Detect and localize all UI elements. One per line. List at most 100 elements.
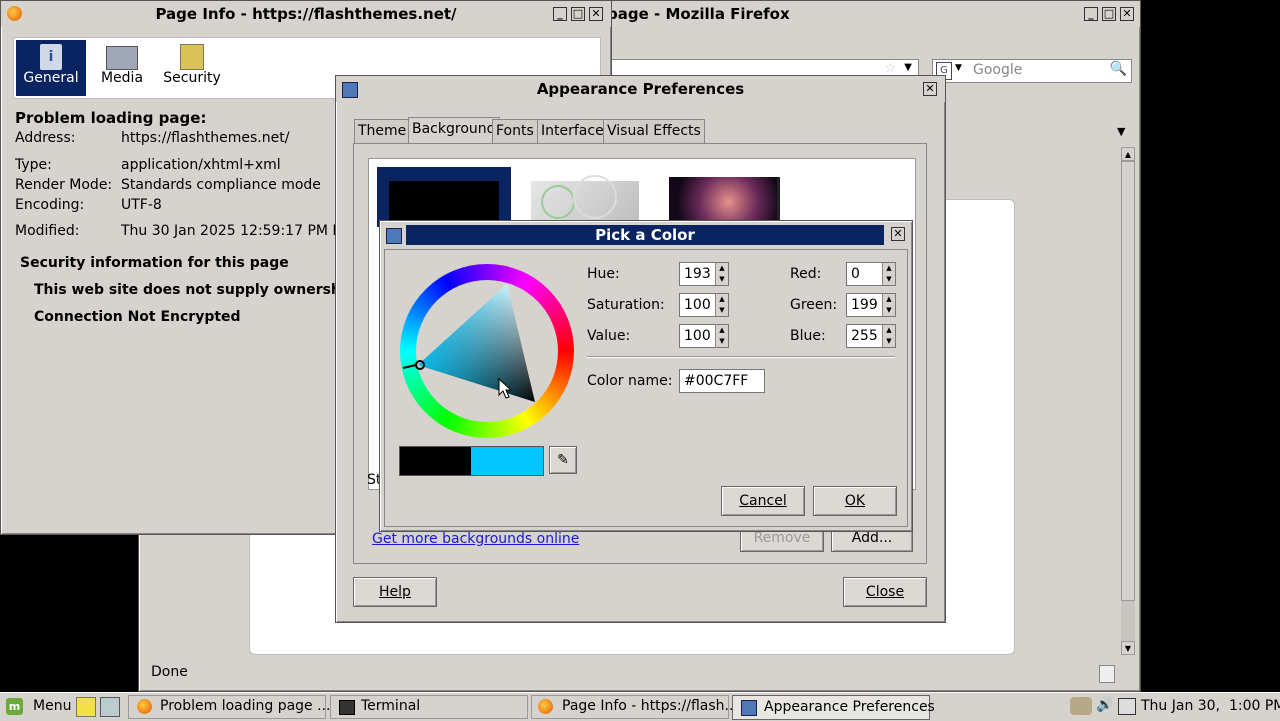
scroll-down-arrow-icon[interactable]: ▼: [1121, 641, 1135, 655]
window-icon: [741, 700, 757, 716]
hue-label: Hue:: [587, 266, 620, 282]
taskbar-item-firefox[interactable]: Problem loading page ...: [128, 695, 330, 719]
get-more-backgrounds-link[interactable]: Get more backgrounds online: [372, 531, 579, 547]
close-dialog-button[interactable]: Close: [843, 577, 927, 607]
mouse-cursor: [498, 378, 512, 399]
taskbar-item-label: Appearance Preferences: [764, 699, 935, 715]
maximize-button[interactable]: □: [1102, 7, 1116, 21]
green-spin[interactable]: 199 ▲ ▼: [846, 293, 896, 317]
maximize-button[interactable]: □: [571, 7, 585, 21]
color-name-label: Color name:: [587, 373, 673, 389]
red-label: Red:: [790, 266, 822, 282]
spin-arrows-icon[interactable]: ▲ ▼: [882, 294, 895, 316]
spin-arrows-icon[interactable]: ▲ ▼: [715, 263, 728, 285]
tab-media[interactable]: Media: [92, 40, 152, 96]
search-input[interactable]: Google: [973, 62, 1022, 78]
search-box[interactable]: G ▼ Google 🔍: [932, 59, 1132, 83]
page-heading: Problem loading page:: [15, 109, 207, 127]
circle-shape: [573, 175, 617, 219]
green-label: Green:: [790, 297, 838, 313]
close-button[interactable]: ✕: [923, 82, 937, 96]
terminal-icon: [339, 700, 355, 715]
firefox-icon: [137, 699, 152, 714]
clock[interactable]: Thu Jan 30, 1:00 PM: [1141, 698, 1280, 714]
blue-spin[interactable]: 255 ▲ ▼: [846, 324, 896, 348]
spin-arrows-icon[interactable]: ▲ ▼: [715, 294, 728, 316]
scroll-thumb[interactable]: [1121, 161, 1135, 601]
display-icon[interactable]: [1118, 698, 1136, 715]
tab-interface[interactable]: Interface: [537, 119, 608, 143]
notes-launcher-icon[interactable]: [76, 697, 96, 717]
tab-general-label: General: [23, 70, 79, 86]
taskbar-item-label: Page Info - https://flash...: [562, 698, 738, 714]
blue-value: 255: [851, 328, 878, 344]
red-spin[interactable]: 0 ▲ ▼: [846, 262, 896, 286]
taskbar-item-appearance[interactable]: Appearance Preferences: [732, 695, 935, 720]
firefox-icon: [538, 699, 553, 714]
sv-triangle[interactable]: [400, 264, 574, 438]
help-button-label: Help: [379, 584, 411, 600]
blue-label: Blue:: [790, 328, 826, 344]
tab-general[interactable]: i General: [16, 40, 86, 96]
tab-media-label: Media: [100, 70, 144, 86]
status-icon: [1099, 665, 1115, 683]
address-label: Address:: [15, 130, 76, 146]
hue-spin[interactable]: 193 ▲ ▼: [679, 262, 729, 286]
taskbar-item-terminal[interactable]: Terminal: [330, 695, 528, 719]
search-icon[interactable]: 🔍: [1110, 61, 1127, 77]
connection-text: Connection Not Encrypted: [34, 309, 241, 325]
hue-ring[interactable]: [400, 264, 574, 438]
close-button[interactable]: ✕: [1120, 7, 1134, 21]
spin-arrows-icon[interactable]: ▲ ▼: [882, 325, 895, 347]
ok-button-label: OK: [844, 493, 866, 509]
volume-icon[interactable]: 🔊: [1096, 697, 1113, 713]
close-button[interactable]: ✕: [589, 7, 603, 21]
background-thumb-selected[interactable]: [377, 167, 511, 227]
tab-fonts[interactable]: Fonts: [492, 119, 538, 143]
render-mode-value: Standards compliance mode: [121, 177, 321, 193]
tab-list-arrow-icon[interactable]: ▼: [1117, 125, 1125, 138]
bookmark-star-icon[interactable]: ☆: [884, 61, 896, 76]
modified-value: Thu 30 Jan 2025 12:59:17 PM EST: [121, 223, 359, 239]
separator: [587, 356, 895, 358]
show-desktop-icon[interactable]: [100, 697, 120, 717]
tab-security[interactable]: Security: [154, 40, 230, 96]
taskbar-item-page-info[interactable]: Page Info - https://flash...: [531, 695, 738, 719]
taskbar: m Menu Problem loading page ... Terminal…: [0, 692, 1280, 721]
menu-button[interactable]: m Menu: [4, 695, 71, 719]
appearance-titlebar: Appearance Preferences ✕: [336, 76, 945, 102]
page-info-title: Page Info - https://flashthemes.net/: [155, 5, 457, 23]
dropdown-arrow-icon[interactable]: ▼: [904, 62, 912, 73]
taskbar-item-label: Terminal: [361, 698, 421, 714]
minimize-button[interactable]: _: [1084, 7, 1098, 21]
dropdown-arrow-icon[interactable]: ▼: [955, 63, 962, 73]
lock-icon: [180, 44, 204, 70]
saturation-value: 100: [684, 297, 711, 313]
close-button[interactable]: ✕: [891, 227, 905, 241]
saturation-label: Saturation:: [587, 297, 665, 313]
ok-button[interactable]: OK: [813, 486, 897, 516]
saturation-spin[interactable]: 100 ▲ ▼: [679, 293, 729, 317]
help-button[interactable]: Help: [353, 577, 437, 607]
cancel-button[interactable]: Cancel: [721, 486, 805, 516]
appearance-title: Appearance Preferences: [536, 80, 745, 98]
type-value: application/xhtml+xml: [121, 157, 281, 173]
scroll-up-arrow-icon[interactable]: ▲: [1121, 147, 1135, 161]
cancel-button-label: Cancel: [739, 493, 787, 509]
vertical-scrollbar[interactable]: ▲ ▼: [1121, 147, 1135, 655]
pick-color-titlebar: Pick a Color ✕: [384, 224, 908, 246]
hue-marker: [402, 364, 417, 369]
minimize-button[interactable]: _: [553, 7, 567, 21]
spin-arrows-icon[interactable]: ▲ ▼: [882, 263, 895, 285]
firefox-title: page - Mozilla Firefox: [607, 5, 790, 23]
value-label: Value:: [587, 328, 631, 344]
tab-theme[interactable]: Theme: [354, 119, 411, 143]
window-icon: [386, 228, 402, 244]
network-icon[interactable]: [1070, 697, 1092, 715]
tab-background[interactable]: Background: [408, 117, 500, 144]
color-name-input[interactable]: #00C7FF: [679, 369, 765, 393]
eyedropper-button[interactable]: ✎: [549, 446, 577, 474]
tab-visual-effects[interactable]: Visual Effects: [603, 119, 705, 143]
value-spin[interactable]: 100 ▲ ▼: [679, 324, 729, 348]
spin-arrows-icon[interactable]: ▲ ▼: [715, 325, 728, 347]
